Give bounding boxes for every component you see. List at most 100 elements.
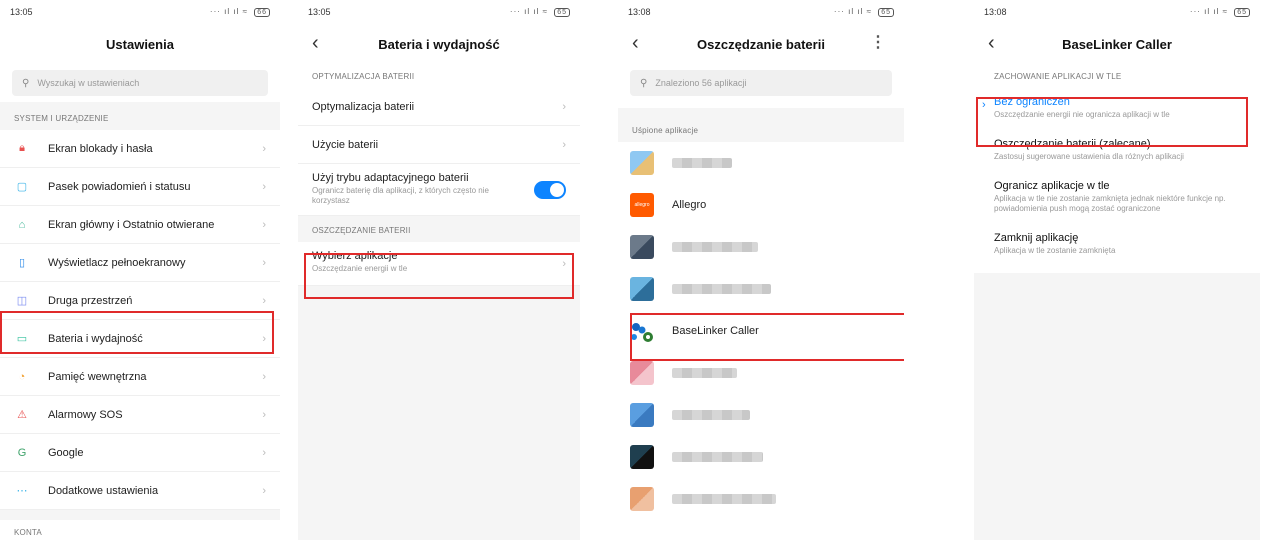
settings-item[interactable]: 🔒︎ Ekran blokady i hasła › — [0, 130, 280, 168]
background-option[interactable]: Oszczędzanie baterii (zalecane) Zastosuj … — [974, 129, 1260, 171]
settings-item[interactable]: ⋯ Dodatkowe ustawienia › — [0, 472, 280, 510]
section-header: ZACHOWANIE APLIKACJI W TLE — [974, 64, 1260, 87]
background-option[interactable]: Zamknij aplikację Aplikacja w tle zostani… — [974, 223, 1260, 265]
settings-item[interactable]: G Google › — [0, 434, 280, 472]
choose-apps-row[interactable]: Wybierz aplikacje Oszczędzanie energii w… — [298, 242, 580, 286]
battery-indicator: 65 — [1234, 8, 1250, 17]
battery-indicator: 65 — [878, 8, 894, 17]
adaptive-battery-toggle[interactable] — [534, 180, 566, 199]
status-bar: 13:08 ··· ıl ıl ≈ 65 — [618, 0, 904, 24]
divider — [0, 510, 280, 520]
settings-item[interactable]: ◔ Pamięć wewnętrzna › — [0, 358, 280, 396]
signal-icons: ··· ıl ıl ≈ 65 — [510, 7, 570, 17]
blurred-app-icon — [630, 445, 654, 469]
app-list-item[interactable]: allegro Allegro — [618, 184, 904, 226]
row-label: Użycie baterii — [312, 138, 379, 151]
blurred-app-name — [672, 494, 776, 504]
app-background-screen: 13:08 ··· ıl ıl ≈ 65 ‹ BaseLinker Caller… — [974, 0, 1260, 540]
chevron-right-icon: › — [262, 484, 266, 497]
blurred-app-name — [672, 368, 737, 378]
top-bar: ‹ BaseLinker Caller — [974, 24, 1260, 64]
adaptive-battery-row[interactable]: Użyj trybu adaptacyjnego baterii Ogranic… — [298, 164, 580, 216]
chevron-right-icon: › — [262, 408, 266, 421]
section-header: KONTA — [0, 520, 280, 540]
signal-icons: ··· ıl ıl ≈ 65 — [834, 7, 894, 17]
home-icon: ⌂ — [18, 218, 26, 231]
settings-item[interactable]: ⌂ Ekran główny i Ostatnio otwierane › — [0, 206, 280, 244]
app-list-item[interactable] — [618, 394, 904, 436]
chevron-right-icon: › — [562, 138, 566, 151]
battery-icon: ▭ — [16, 333, 28, 345]
app-list-item[interactable] — [618, 352, 904, 394]
battery-saver-screen: 13:08 ··· ıl ıl ≈ 65 ‹ Oszczędzanie bate… — [618, 0, 904, 540]
status-bar: 13:05 ··· ıl ıl ≈ 65 — [298, 0, 580, 24]
app-list-item[interactable] — [618, 268, 904, 310]
settings-item[interactable]: ▯ Wyświetlacz pełnoekranowy › — [0, 244, 280, 282]
signal-icons: ··· ıl ıl ≈ 65 — [1190, 7, 1250, 17]
more-dots-icon: ⋯ — [16, 485, 28, 497]
search-icon: ⚲ — [640, 77, 648, 89]
status-time: 13:08 — [984, 7, 1007, 17]
app-name: Allegro — [672, 199, 707, 211]
section-header: Uśpione aplikacje — [618, 108, 904, 142]
background-option[interactable]: Ogranicz aplikacje w tle Aplikacja w tle … — [974, 171, 1260, 223]
chevron-right-icon: › — [262, 370, 266, 383]
baselinker-app-icon — [630, 319, 654, 343]
settings-item-label: Dodatkowe ustawienia — [48, 484, 159, 497]
blurred-app-icon — [630, 361, 654, 385]
status-bar: 13:08 ··· ıl ıl ≈ 65 — [974, 0, 1260, 24]
back-arrow-icon[interactable]: ‹ — [988, 32, 995, 55]
settings-screen: 13:05 ··· ıl ıl ≈ 66 Ustawienia ⚲ Wyszuk… — [0, 0, 280, 540]
signal-icons: ··· ıl ıl ≈ 66 — [210, 7, 270, 17]
row-label: Optymalizacja baterii — [312, 100, 415, 113]
option-title: Oszczędzanie baterii (zalecane) — [994, 138, 1151, 150]
search-input[interactable]: ⚲ Wyszukaj w ustawieniach — [12, 70, 268, 96]
option-title: Zamknij aplikację — [994, 232, 1079, 244]
row-sublabel: Ogranicz baterię dla aplikacji, z któryc… — [312, 186, 489, 205]
settings-item[interactable]: ◫ Druga przestrzeń › — [0, 282, 280, 320]
battery-optimization-row[interactable]: Optymalizacja baterii › — [298, 88, 580, 126]
chevron-right-icon: › — [262, 294, 266, 307]
settings-item-label: Wyświetlacz pełnoekranowy — [48, 256, 186, 269]
app-list-item[interactable]: BaseLinker Caller — [618, 310, 904, 352]
back-arrow-icon[interactable]: ‹ — [312, 32, 319, 55]
blurred-app-icon — [630, 277, 654, 301]
options-panel: ZACHOWANIE APLIKACJI W TLE › Bez ogranicz… — [974, 64, 1260, 273]
blurred-app-name — [672, 158, 732, 168]
background-option[interactable]: › Bez ograniczeń Oszczędzanie energii nie … — [974, 87, 1260, 129]
fullscreen-icon: ▯ — [18, 257, 26, 269]
settings-item-label: Pamięć wewnętrzna — [48, 370, 147, 383]
lock-icon: 🔒︎ — [19, 142, 25, 154]
chevron-right-icon: › — [262, 218, 266, 231]
storage-icon: ◔ — [18, 370, 26, 383]
second-space-icon: ◫ — [16, 295, 28, 307]
page-title: BaseLinker Caller — [1062, 36, 1172, 52]
app-list-item[interactable] — [618, 436, 904, 478]
allegro-app-icon: allegro — [630, 193, 654, 217]
blurred-app-icon — [630, 403, 654, 427]
search-input[interactable]: ⚲ Znaleziono 56 aplikacji — [630, 70, 892, 96]
settings-item[interactable]: ▭ Bateria i wydajność › — [0, 320, 280, 358]
section-header: SYSTEM I URZĄDZENIE — [0, 110, 280, 130]
app-list-item[interactable] — [618, 142, 904, 184]
settings-item[interactable]: ⚠ Alarmowy SOS › — [0, 396, 280, 434]
divider — [0, 102, 280, 110]
battery-usage-row[interactable]: Użycie baterii › — [298, 126, 580, 164]
app-list-item[interactable] — [618, 478, 904, 520]
more-vert-icon[interactable]: ⋮ — [870, 32, 886, 52]
top-bar: ‹ Oszczędzanie baterii ⋮ — [618, 24, 904, 64]
back-arrow-icon[interactable]: ‹ — [632, 32, 639, 55]
settings-item-label: Pasek powiadomień i statusu — [48, 180, 191, 193]
battery-screen: 13:05 ··· ıl ıl ≈ 65 ‹ Bateria i wydajno… — [298, 0, 580, 540]
option-subtitle: Aplikacja w tle nie zostanie zamknięta j… — [994, 194, 1226, 213]
settings-item-label: Google — [48, 446, 84, 459]
section-header: OSZCZĘDZANIE BATERII — [298, 216, 580, 242]
row-sublabel: Oszczędzanie energii w tle — [312, 264, 408, 273]
google-icon: G — [17, 446, 27, 459]
allegro-logo-text: allegro — [634, 202, 650, 208]
option-subtitle: Aplikacja w tle zostanie zamknięta — [994, 246, 1116, 255]
app-name: BaseLinker Caller — [672, 325, 759, 337]
chevron-right-icon: › — [262, 332, 266, 345]
settings-item[interactable]: ▢ Pasek powiadomień i statusu › — [0, 168, 280, 206]
app-list-item[interactable] — [618, 226, 904, 268]
